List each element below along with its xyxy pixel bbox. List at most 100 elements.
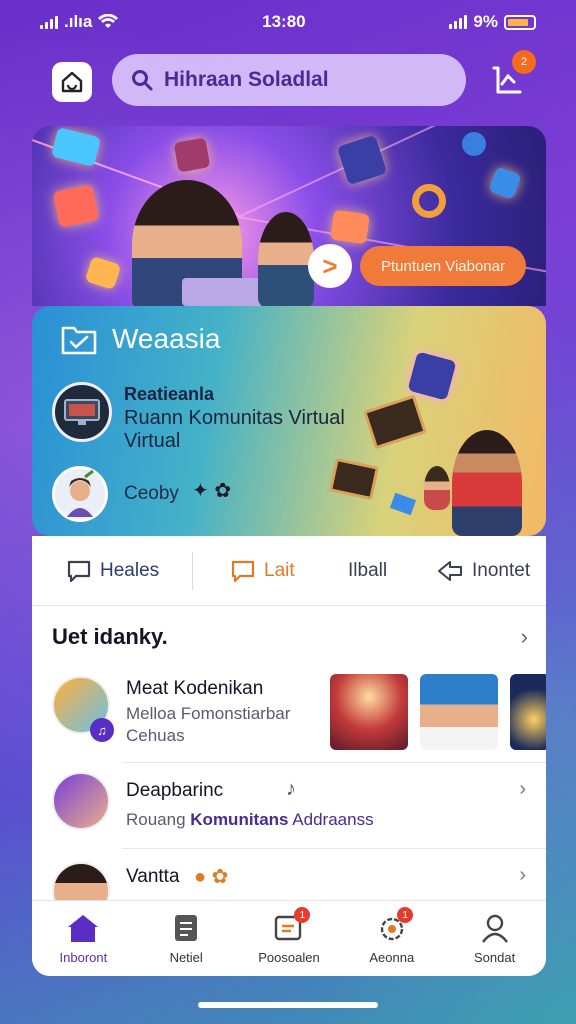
badge-icon: ● ✿ bbox=[194, 866, 229, 888]
tab-divider bbox=[192, 552, 193, 590]
nav-label: Aeonna bbox=[369, 950, 415, 965]
app-header: Hihraan Soladlal 2 bbox=[0, 50, 576, 108]
community-illustration bbox=[328, 346, 546, 536]
vr-thumbnail bbox=[52, 382, 112, 442]
subtitle-plain: Rouang bbox=[126, 810, 191, 829]
status-bar: .ılıa 13:80 9% bbox=[0, 0, 576, 44]
nav-label: Poosoalen bbox=[258, 950, 320, 965]
banner-next-button[interactable]: > bbox=[308, 244, 352, 288]
user-icon bbox=[481, 914, 508, 943]
list-item[interactable]: Vantta ● ✿ › bbox=[32, 860, 546, 920]
document-icon bbox=[175, 915, 198, 941]
user-name: Ceoby bbox=[124, 483, 179, 504]
nav-settings[interactable]: Aeonna 1 bbox=[340, 901, 443, 976]
list-divider bbox=[122, 762, 546, 763]
search-bar[interactable]: Hihraan Soladlal bbox=[112, 54, 466, 106]
chevron-right-icon[interactable]: › bbox=[521, 624, 528, 650]
status-left: .ılıa bbox=[40, 12, 119, 32]
wifi-icon bbox=[98, 14, 119, 28]
section-title: Uet idanky. bbox=[52, 624, 168, 649]
media-thumbnail[interactable] bbox=[420, 674, 498, 750]
floating-tile bbox=[173, 137, 211, 173]
picture-frame bbox=[328, 457, 380, 501]
nav-home[interactable]: Inboront bbox=[32, 901, 135, 976]
nav-messages[interactable]: Poosoalen 1 bbox=[238, 901, 341, 976]
list-title: Meat Kodenikan bbox=[126, 678, 264, 699]
floating-tile bbox=[407, 351, 457, 401]
home-icon bbox=[68, 915, 99, 942]
list-subtitle-secondary: Cehuas bbox=[126, 726, 185, 745]
bottom-navigation: Inboront Netiel Poosoalen 1 Aeonna 1 Son… bbox=[32, 900, 546, 976]
floating-cube bbox=[389, 492, 417, 516]
user-avatar bbox=[52, 466, 108, 522]
community-card[interactable]: Weaasia Reatieanla Ruann Komunitas Virtu… bbox=[32, 306, 546, 536]
tab-label: Inontet bbox=[472, 559, 531, 581]
tab-label: Heales bbox=[100, 559, 160, 581]
community-title: Weaasia bbox=[112, 323, 221, 354]
list-title: Vantta bbox=[126, 866, 180, 887]
cellular-icon bbox=[449, 15, 468, 29]
floating-tile bbox=[84, 256, 122, 290]
battery-percent: 9% bbox=[473, 12, 498, 31]
message-icon bbox=[231, 560, 255, 582]
nav-notes[interactable]: Netiel bbox=[135, 901, 238, 976]
search-icon bbox=[132, 70, 153, 91]
sparkle-icon: ✦ ✿ bbox=[192, 480, 232, 502]
floating-tile bbox=[488, 166, 522, 200]
tab-bar: Heales Lait Ilball Inontet bbox=[32, 536, 546, 606]
search-input[interactable]: Hihraan Soladlal bbox=[164, 68, 329, 92]
viewer-figure bbox=[258, 212, 314, 306]
home-indicator[interactable] bbox=[198, 1002, 378, 1008]
clock: 13:80 bbox=[262, 12, 306, 31]
floating-ring bbox=[412, 184, 446, 218]
tab-label: Lait bbox=[264, 559, 295, 581]
picture-frame bbox=[363, 394, 427, 450]
home-button[interactable] bbox=[52, 62, 92, 102]
floating-tile bbox=[51, 127, 101, 167]
arrow-icon bbox=[438, 560, 462, 581]
monitor-icon bbox=[64, 399, 100, 425]
laptop bbox=[182, 278, 266, 306]
house-icon bbox=[61, 71, 83, 93]
status-right: 9% bbox=[449, 12, 536, 32]
floating-tile bbox=[336, 134, 388, 186]
nav-label: Netiel bbox=[169, 950, 203, 965]
hero-banner[interactable]: > Ptuntuen Viabonar bbox=[32, 126, 546, 306]
notification-badge: 2 bbox=[512, 50, 536, 74]
nav-label: Sondat bbox=[473, 950, 516, 965]
tab-inontet[interactable]: Inontet bbox=[436, 559, 530, 583]
chevron-right-icon[interactable]: › bbox=[519, 778, 526, 801]
list-item[interactable]: Deapbarinc ♪ Rouang Komunitans Addraanss… bbox=[32, 772, 546, 848]
nav-profile[interactable]: Sondat bbox=[443, 901, 546, 976]
media-thumbnail[interactable] bbox=[510, 674, 546, 750]
man-figure bbox=[452, 430, 522, 536]
tab-heales[interactable]: Heales bbox=[66, 559, 159, 583]
nav-badge: 1 bbox=[397, 907, 414, 923]
signal-icon bbox=[40, 15, 58, 29]
floating-orb bbox=[462, 132, 486, 156]
floating-tile bbox=[52, 184, 100, 228]
nav-badge: 1 bbox=[294, 907, 311, 923]
chevron-right-icon: > bbox=[322, 250, 338, 281]
banner-cta-button[interactable]: Ptuntuen Viabonar bbox=[360, 246, 526, 286]
media-thumbnail[interactable] bbox=[330, 674, 408, 750]
comment-icon bbox=[67, 560, 91, 582]
list-avatar bbox=[52, 772, 110, 830]
tab-ilball[interactable]: Ilball bbox=[348, 560, 387, 582]
chevron-right-icon[interactable]: › bbox=[519, 864, 526, 887]
media-thumbnails bbox=[330, 674, 546, 750]
battery-icon bbox=[503, 14, 536, 30]
floating-tile bbox=[330, 209, 370, 245]
cart-button[interactable]: 2 bbox=[490, 50, 536, 104]
tab-lait[interactable]: Lait bbox=[230, 559, 295, 583]
nav-label: Inboront bbox=[59, 950, 108, 965]
list-title: Deapbarinc bbox=[126, 780, 224, 801]
community-user[interactable]: Ceoby ✦ ✿ bbox=[52, 466, 352, 526]
list-subtitle: Rouang Komunitans Addraanss bbox=[126, 810, 374, 830]
music-note-icon: ♪ bbox=[286, 778, 296, 800]
subtitle-tail: Addraanss bbox=[288, 810, 374, 829]
character-icon bbox=[67, 469, 94, 517]
music-icon: ♫ bbox=[90, 718, 114, 742]
child-figure bbox=[424, 466, 450, 510]
subtitle-highlight: Komunitans bbox=[190, 810, 289, 829]
